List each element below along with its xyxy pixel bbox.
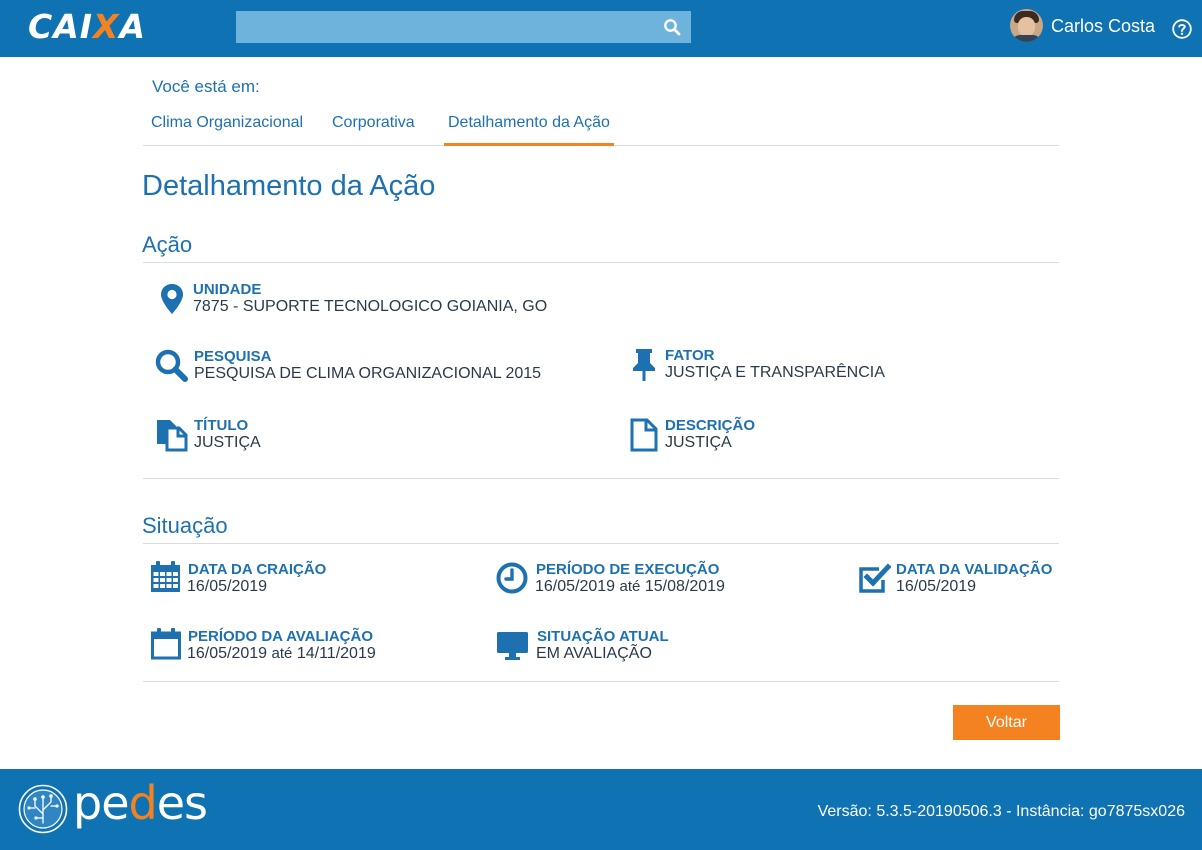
clock-icon <box>496 562 528 594</box>
pedes-text-1: pe <box>73 776 129 830</box>
calendar-grid-icon <box>151 561 180 592</box>
titulo-value: JUSTIÇA <box>194 434 261 451</box>
breadcrumb-clima-organizacional[interactable]: Clima Organizacional <box>151 114 303 132</box>
periodo-execucao-end: 15/08/2019 <box>644 578 725 595</box>
data-validacao-value: 16/05/2019 <box>896 578 977 595</box>
check-square-icon <box>859 563 891 593</box>
breadcrumb-prefix: Você está em: <box>152 77 260 96</box>
descricao-label: DESCRIÇÃO <box>665 417 756 434</box>
pesquisa-label: PESQUISA <box>194 348 272 365</box>
periodo-avaliacao-joiner: até <box>271 645 293 662</box>
periodo-execucao-label: PERÍODO DE EXECUÇÃO <box>536 561 720 578</box>
avatar[interactable] <box>1010 9 1043 42</box>
breadcrumb: Clima Organizacional Corporativa Detalha… <box>143 104 1059 146</box>
breadcrumb-detalhamento-da-acao[interactable]: Detalhamento da Ação <box>444 104 614 146</box>
divider <box>143 262 1059 263</box>
pedes-text-2: es <box>156 776 208 830</box>
logo-text-x: X <box>93 7 120 46</box>
back-button[interactable]: Voltar <box>953 705 1060 740</box>
fator-value: JUSTIÇA E TRANSPARÊNCIA <box>665 364 885 381</box>
data-criacao-value: 16/05/2019 <box>187 578 268 595</box>
pushpin-icon <box>633 349 655 381</box>
divider <box>143 681 1059 682</box>
section-title-acao: Ação <box>142 232 193 257</box>
periodo-avaliacao-end: 14/11/2019 <box>296 645 376 662</box>
periodo-avaliacao-start: 16/05/2019 <box>187 645 268 662</box>
user-name[interactable]: Carlos Costa <box>1051 16 1155 37</box>
pedes-text-d: d <box>128 776 158 830</box>
top-bar: CAIXA Carlos Costa <box>0 0 1202 57</box>
unidade-value: 7875 - SUPORTE TECNOLOGICO GOIANIA, GO <box>193 298 548 315</box>
divider <box>143 543 1059 544</box>
monitor-icon <box>497 632 528 660</box>
fator-label: FATOR <box>665 347 715 364</box>
section-title-situacao: Situação <box>142 513 228 538</box>
search-icon <box>155 349 188 382</box>
logo-text-2: A <box>119 7 147 46</box>
situacao-atual-value: EM AVALIAÇÃO <box>536 645 652 662</box>
pesquisa-value: PESQUISA DE CLIMA ORGANIZACIONAL 2015 <box>194 365 542 382</box>
periodo-avaliacao-value: 16/05/2019 até 14/11/2019 <box>187 645 376 663</box>
caixa-logo[interactable]: CAIXA <box>28 8 146 46</box>
data-criacao-label: DATA DA CRAIÇÃO <box>188 561 327 578</box>
situacao-atual-label: SITUAÇÃO ATUAL <box>537 628 669 645</box>
search-input[interactable] <box>236 11 646 43</box>
version-info: Versão: 5.3.5-20190506.3 - Instância: go… <box>817 803 1185 820</box>
pedes-logo[interactable]: pedes <box>73 775 208 831</box>
descricao-value: JUSTIÇA <box>665 434 732 451</box>
breadcrumb-corporativa[interactable]: Corporativa <box>332 114 415 132</box>
periodo-execucao-value: 16/05/2019 até 15/08/2019 <box>535 578 725 596</box>
page-title: Detalhamento da Ação <box>142 170 436 202</box>
periodo-execucao-start: 16/05/2019 <box>535 578 616 595</box>
calendar-icon <box>151 628 181 660</box>
pedes-emblem-icon <box>18 784 68 834</box>
search-box <box>236 11 691 43</box>
search-icon[interactable] <box>663 18 681 36</box>
periodo-execucao-joiner: até <box>619 578 641 595</box>
periodo-avaliacao-label: PERÍODO DA AVALIAÇÃO <box>188 628 374 645</box>
logo-text-1: CAI <box>28 7 94 46</box>
map-marker-icon <box>161 284 183 314</box>
titulo-label: TÍTULO <box>194 417 249 434</box>
data-validacao-label: DATA DA VALIDAÇÃO <box>896 561 1053 578</box>
copy-icon <box>157 420 188 452</box>
unidade-label: UNIDADE <box>193 281 262 298</box>
divider <box>143 478 1059 479</box>
footer: pedes Versão: 5.3.5-20190506.3 - Instânc… <box>0 769 1202 850</box>
help-icon[interactable] <box>1172 19 1192 39</box>
file-icon <box>630 418 658 452</box>
